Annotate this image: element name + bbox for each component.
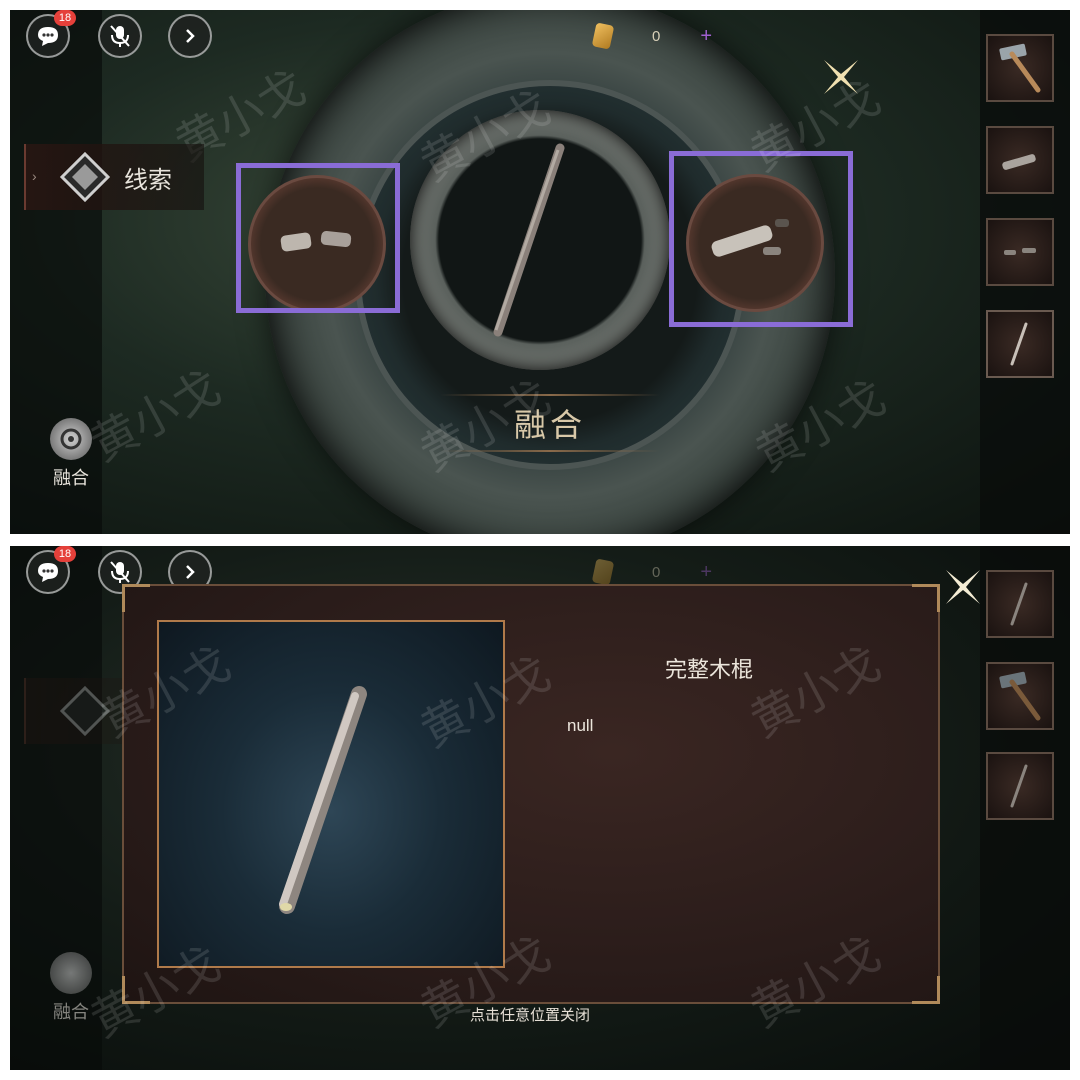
fusion-screen: 融合 黄小戈 黄小戈 黄小戈 黄小戈 黄小戈 黄小戈 线索 › 融合 18 xyxy=(10,10,1070,534)
wooden-stick-icon xyxy=(1010,764,1028,808)
chevron-right-icon: › xyxy=(32,168,37,184)
fusion-label: 融合 xyxy=(53,468,89,488)
expand-button[interactable] xyxy=(168,14,212,58)
dialog-corner-ornament xyxy=(122,584,150,612)
add-currency-button[interactable]: + xyxy=(700,561,712,584)
chat-button[interactable]: 18 xyxy=(26,10,76,58)
currency-bar: 0 + xyxy=(591,558,712,586)
chat-badge: 18 xyxy=(54,546,76,562)
close-icon xyxy=(946,570,980,604)
fusion-label: 融合 xyxy=(53,1002,89,1022)
inventory-slot-selected[interactable] xyxy=(986,310,1054,378)
currency-bar: 0 + xyxy=(591,22,712,50)
item-name: 完整木棍 xyxy=(664,657,753,682)
mic-toggle-button[interactable] xyxy=(98,14,142,58)
left-slot-highlight xyxy=(236,163,400,313)
add-currency-button[interactable]: + xyxy=(700,25,712,48)
chat-icon xyxy=(38,563,58,582)
dialog-corner-ornament xyxy=(912,976,940,1004)
hammer-icon xyxy=(999,671,1041,721)
chat-icon xyxy=(38,27,58,46)
chevron-right-icon xyxy=(186,565,195,579)
right-slot-highlight xyxy=(669,151,853,327)
item-detail-dialog: 完整木棍 null xyxy=(122,584,940,1004)
metal-piece-icon xyxy=(1002,154,1036,170)
close-hint: 点击任意位置关闭 xyxy=(469,1007,590,1024)
inventory-slot[interactable] xyxy=(986,752,1054,820)
chat-badge: 18 xyxy=(54,10,76,26)
inventory-slot[interactable] xyxy=(986,662,1054,730)
clue-label: 线索 xyxy=(124,166,172,194)
chat-button[interactable]: 18 xyxy=(26,546,76,594)
fusion-icon xyxy=(50,952,92,994)
close-button[interactable] xyxy=(942,566,984,613)
coin-icon xyxy=(591,22,615,50)
inventory-sidebar xyxy=(980,10,1070,534)
dialog-corner-ornament xyxy=(122,976,150,1004)
item-detail-screen[interactable]: 融合 18 0 + 完整木棍 null 点击任意位置关闭 xyxy=(10,546,1070,1070)
mic-muted-icon xyxy=(110,25,130,47)
currency-value: 0 xyxy=(652,27,661,45)
clue-tab[interactable]: 线索 xyxy=(24,144,204,210)
coin-icon xyxy=(591,558,615,586)
inventory-slot[interactable] xyxy=(986,34,1054,102)
broken-stick-pieces-icon xyxy=(1004,248,1036,255)
fusion-menu-item[interactable]: 融合 xyxy=(46,952,96,1024)
wooden-stick-icon xyxy=(1010,322,1028,366)
currency-value: 0 xyxy=(652,563,661,581)
chevron-right-icon xyxy=(186,29,195,43)
clue-icon xyxy=(60,152,110,202)
dialog-corner-ornament xyxy=(912,584,940,612)
fusion-icon xyxy=(50,418,92,460)
close-icon xyxy=(824,60,858,94)
fuse-line-bottom xyxy=(440,450,660,452)
fusion-button[interactable]: 融合 xyxy=(480,400,620,446)
fusion-menu-item[interactable]: 融合 xyxy=(46,418,96,490)
wooden-stick-icon xyxy=(279,686,367,914)
wooden-stick-icon xyxy=(1010,582,1028,626)
clue-icon xyxy=(60,686,110,736)
inventory-sidebar xyxy=(980,546,1070,1070)
item-description: null xyxy=(567,716,594,735)
hammer-icon xyxy=(999,43,1041,93)
inventory-slot[interactable] xyxy=(986,126,1054,194)
fuse-line-top xyxy=(440,394,660,396)
inventory-slot[interactable] xyxy=(986,570,1054,638)
wooden-stick-icon xyxy=(493,143,565,337)
item-preview xyxy=(157,620,505,968)
fusion-result-slot xyxy=(410,110,670,370)
inventory-slot[interactable] xyxy=(986,218,1054,286)
mic-muted-icon xyxy=(110,561,130,583)
close-button[interactable] xyxy=(820,56,862,103)
